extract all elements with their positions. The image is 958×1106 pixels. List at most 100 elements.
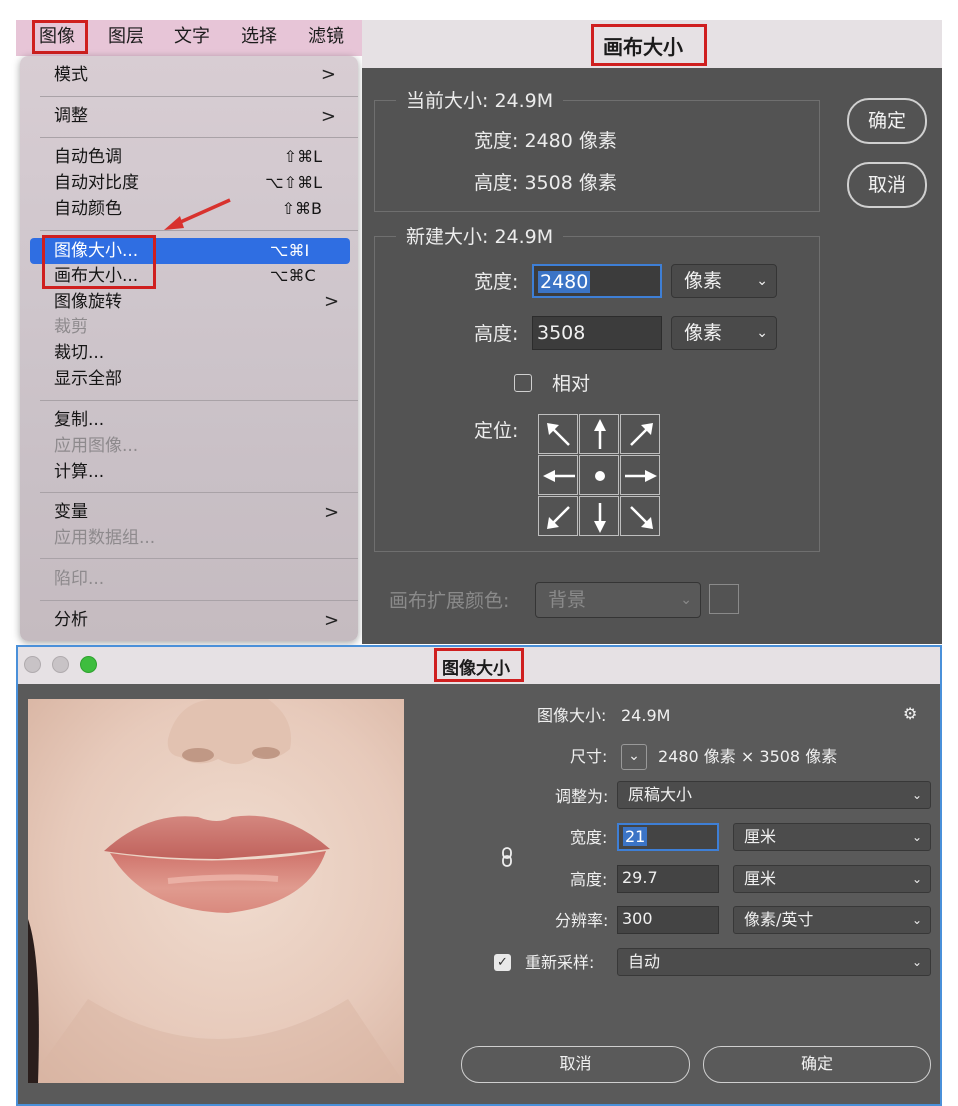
dimensions-dropdown[interactable]: ⌄	[621, 744, 647, 770]
menu-item-auto-contrast[interactable]: 自动对比度	[54, 172, 139, 194]
portrait-preview-image	[28, 699, 404, 1083]
menu-item-crop: 裁剪	[54, 316, 88, 338]
arrow-right-icon	[621, 456, 661, 496]
height-label: 高度:	[474, 322, 518, 346]
height-input[interactable]: 3508	[532, 316, 662, 350]
close-window-icon[interactable]	[24, 656, 41, 673]
arrow-down-left-icon	[539, 497, 579, 537]
anchor-bottom-left[interactable]	[538, 496, 578, 536]
highlight-box-image-title	[434, 648, 524, 682]
height-unit-value: 厘米	[744, 869, 776, 888]
shortcut-auto-color: ⇧⌘B	[282, 198, 322, 220]
width-value: 21	[623, 827, 647, 846]
highlight-box-image-menu	[32, 20, 88, 54]
height-value: 3508	[537, 322, 585, 344]
link-chain-icon[interactable]	[498, 846, 518, 870]
width-input[interactable]: 2480	[532, 264, 662, 298]
menu-item-auto-color[interactable]: 自动颜色	[54, 198, 122, 220]
menu-item-reveal-all[interactable]: 显示全部	[54, 368, 122, 390]
resample-select[interactable]: 自动 ⌄	[617, 948, 931, 976]
resolution-unit-value: 像素/英寸	[744, 910, 813, 929]
current-height-text: 高度: 3508 像素	[474, 171, 617, 195]
red-arrow-icon	[150, 196, 234, 236]
width-input[interactable]: 21	[617, 823, 719, 851]
chevron-down-icon: ⌄	[756, 265, 768, 297]
ext-color-label: 画布扩展颜色:	[389, 589, 509, 613]
cancel-button[interactable]: 取消	[461, 1046, 690, 1083]
anchor-right[interactable]	[620, 455, 660, 495]
menu-item-mode[interactable]: 模式	[54, 64, 88, 86]
center-dot-icon	[580, 456, 620, 496]
arrow-up-left-icon	[539, 415, 579, 455]
menu-select[interactable]: 选择	[241, 26, 277, 48]
anchor-left[interactable]	[538, 455, 578, 495]
ok-button[interactable]: 确定	[847, 98, 927, 144]
menu-separator	[40, 558, 358, 559]
menu-layer[interactable]: 图层	[108, 26, 144, 48]
arrow-up-icon	[580, 415, 620, 455]
menu-item-apply-data-set: 应用数据组...	[54, 527, 155, 549]
height-input[interactable]: 29.7	[617, 865, 719, 893]
ext-color-value: 背景	[548, 589, 586, 611]
anchor-center[interactable]	[579, 455, 619, 495]
chevron-right-icon: >	[324, 610, 339, 632]
anchor-bottom-right[interactable]	[620, 496, 660, 536]
menu-item-analysis[interactable]: 分析	[54, 609, 88, 631]
chevron-down-icon: ⌄	[912, 907, 922, 933]
width-unit-select[interactable]: 像素 ⌄	[671, 264, 777, 298]
menu-item-calculations[interactable]: 计算...	[54, 461, 104, 483]
chevron-down-icon: ⌄	[680, 583, 692, 617]
fit-to-label: 调整为:	[555, 786, 608, 808]
minimize-window-icon[interactable]	[52, 656, 69, 673]
chevron-down-icon: ⌄	[912, 866, 922, 892]
resolution-unit-select[interactable]: 像素/英寸 ⌄	[733, 906, 931, 934]
height-unit-select[interactable]: 像素 ⌄	[671, 316, 777, 350]
relative-label: 相对	[552, 372, 590, 396]
menu-item-variables[interactable]: 变量	[54, 501, 88, 523]
chevron-down-icon: ⌄	[628, 748, 640, 764]
relative-checkbox[interactable]	[514, 374, 532, 392]
cancel-button[interactable]: 取消	[847, 162, 927, 208]
menu-item-trim[interactable]: 裁切...	[54, 342, 104, 364]
menu-filter[interactable]: 滤镜	[308, 26, 344, 48]
shortcut-auto-contrast: ⌥⇧⌘L	[265, 172, 322, 194]
menu-item-image-rotation[interactable]: 图像旋转	[54, 291, 122, 313]
resolution-value: 300	[622, 909, 653, 928]
height-unit-value: 像素	[684, 322, 722, 344]
gear-icon[interactable]: ⚙	[903, 703, 917, 725]
ok-button[interactable]: 确定	[703, 1046, 931, 1083]
resample-checkbox[interactable]: ✓	[494, 954, 511, 971]
menu-type[interactable]: 文字	[174, 26, 210, 48]
image-size-value: 24.9M	[621, 705, 670, 727]
anchor-top-left[interactable]	[538, 414, 578, 454]
menu-item-auto-tone[interactable]: 自动色调	[54, 146, 122, 168]
fit-to-select[interactable]: 原稿大小 ⌄	[617, 781, 931, 809]
menu-separator	[40, 492, 358, 493]
zoom-window-icon[interactable]	[80, 656, 97, 673]
chevron-down-icon: ⌄	[912, 782, 922, 808]
image-size-label: 图像大小:	[537, 705, 606, 727]
anchor-bottom[interactable]	[579, 496, 619, 536]
chevron-right-icon: >	[321, 64, 336, 86]
anchor-top[interactable]	[579, 414, 619, 454]
menu-item-apply-image: 应用图像...	[54, 435, 138, 457]
resolution-input[interactable]: 300	[617, 906, 719, 934]
dimensions-label: 尺寸:	[570, 746, 607, 768]
current-size-group	[374, 100, 820, 212]
menu-separator	[40, 96, 358, 97]
highlight-box-size-items	[42, 235, 156, 289]
new-size-label: 新建大小: 24.9M	[396, 225, 563, 249]
shortcut-image-size: ⌥⌘I	[270, 240, 309, 262]
arrow-up-right-icon	[621, 415, 661, 455]
width-unit-value: 厘米	[744, 827, 776, 846]
current-width-text: 宽度: 2480 像素	[474, 129, 617, 153]
menu-item-adjustments[interactable]: 调整	[54, 105, 88, 127]
height-unit-select[interactable]: 厘米 ⌄	[733, 865, 931, 893]
chevron-down-icon: ⌄	[912, 949, 922, 975]
width-unit-select[interactable]: 厘米 ⌄	[733, 823, 931, 851]
width-value: 2480	[538, 271, 590, 293]
menu-item-duplicate[interactable]: 复制...	[54, 409, 104, 431]
anchor-top-right[interactable]	[620, 414, 660, 454]
highlight-box-canvas-title	[591, 24, 707, 66]
ext-color-swatch	[709, 584, 739, 614]
